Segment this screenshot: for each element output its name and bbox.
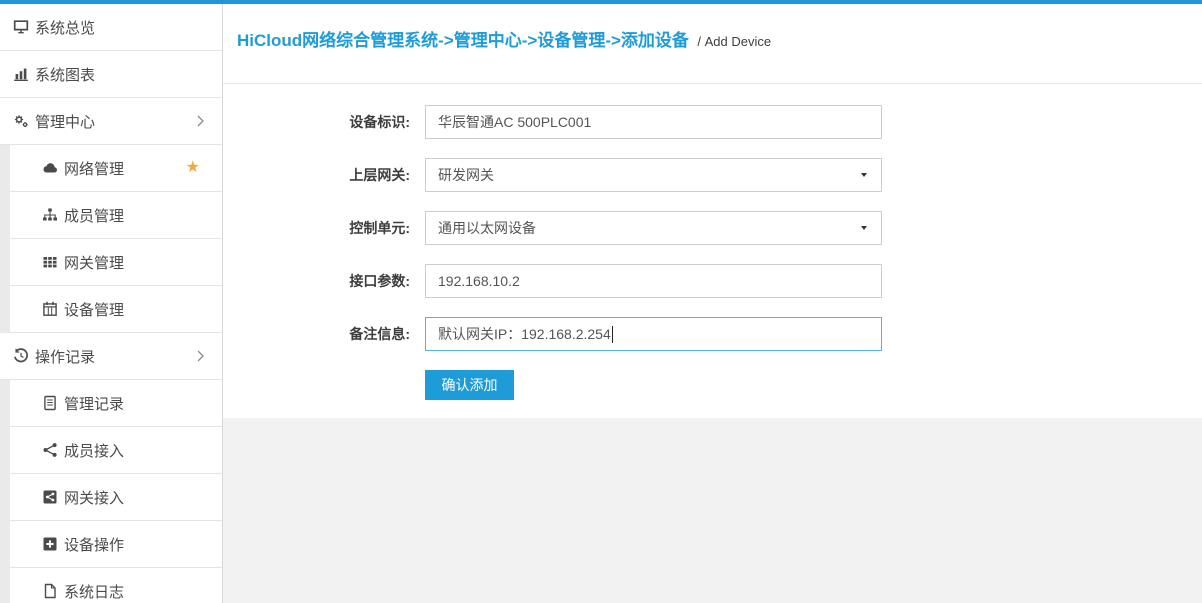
sidebar-item-operation-records[interactable]: 操作记录 — [0, 333, 222, 380]
form-row-device-id: 设备标识: — [223, 105, 1202, 139]
layout: 系统总览 系统图表 管理中心 — [0, 4, 1202, 603]
chevron-down-icon — [861, 226, 867, 230]
sidebar-item-label: 系统图表 — [35, 64, 95, 85]
form-row-remark: 备注信息: 默认网关IP：192.168.2.254 — [223, 317, 1202, 351]
cogs-icon — [13, 113, 29, 129]
sidebar-item-member-access[interactable]: 成员接入 — [0, 427, 222, 474]
breadcrumb: HiCloud网络综合管理系统->管理中心->设备管理->添加设备 — [237, 31, 689, 50]
remark-label: 备注信息: — [223, 324, 425, 344]
sidebar-item-gateway-access[interactable]: 网关接入 — [0, 474, 222, 521]
sidebar-item-label: 成员接入 — [64, 440, 124, 461]
cloud-icon — [42, 160, 58, 176]
sitemap-icon — [42, 207, 58, 223]
form-row-interface-params: 接口参数: — [223, 264, 1202, 298]
sidebar-item-system-overview[interactable]: 系统总览 — [0, 4, 222, 51]
sidebar-item-label: 操作记录 — [35, 346, 95, 367]
chevron-right-icon — [197, 115, 204, 127]
upper-gateway-select[interactable]: 研发网关 — [425, 158, 882, 192]
interface-params-input[interactable] — [425, 264, 882, 298]
add-device-form: 设备标识: 上层网关: 研发网关 控制单元: 通用以太网设备 — [223, 84, 1202, 418]
breadcrumb-subtitle: / Add Device — [697, 34, 771, 49]
sidebar-item-gateway-management[interactable]: 网关管理 — [0, 239, 222, 286]
sidebar-item-member-management[interactable]: 成员管理 — [0, 192, 222, 239]
sidebar-item-label: 系统日志 — [64, 581, 124, 602]
control-unit-label: 控制单元: — [223, 218, 425, 238]
history-icon — [13, 348, 29, 364]
text-cursor — [612, 326, 613, 343]
sidebar-item-management-center[interactable]: 管理中心 — [0, 98, 222, 145]
sidebar-item-label: 网关管理 — [64, 252, 124, 273]
control-unit-select[interactable]: 通用以太网设备 — [425, 211, 882, 245]
share-square-icon — [42, 489, 58, 505]
interface-params-label: 接口参数: — [223, 271, 425, 291]
device-id-input[interactable] — [425, 105, 882, 139]
sidebar-item-network-management[interactable]: 网络管理 ★ — [0, 145, 222, 192]
bar-chart-icon — [13, 66, 29, 82]
upper-gateway-label: 上层网关: — [223, 165, 425, 185]
page: 系统总览 系统图表 管理中心 — [0, 0, 1202, 603]
footer-area — [223, 418, 1202, 603]
sidebar-item-label: 网络管理 — [64, 158, 124, 179]
sidebar-item-label: 成员管理 — [64, 205, 124, 226]
sidebar-item-label: 管理中心 — [35, 111, 95, 132]
main-content: HiCloud网络综合管理系统->管理中心->设备管理->添加设备 / Add … — [223, 4, 1202, 603]
chevron-down-icon — [861, 173, 867, 177]
file-text-icon — [42, 395, 58, 411]
sidebar-item-label: 网关接入 — [64, 487, 124, 508]
sidebar-item-label: 设备管理 — [64, 299, 124, 320]
sidebar-item-label: 系统总览 — [35, 17, 95, 38]
sidebar-item-system-charts[interactable]: 系统图表 — [0, 51, 222, 98]
chevron-right-icon — [197, 350, 204, 362]
plus-square-icon — [42, 536, 58, 552]
sidebar-item-management-records[interactable]: 管理记录 — [0, 380, 222, 427]
file-icon — [42, 583, 58, 599]
device-id-label: 设备标识: — [223, 112, 425, 132]
confirm-add-button[interactable]: 确认添加 — [425, 370, 514, 400]
sidebar: 系统总览 系统图表 管理中心 — [0, 4, 223, 603]
form-row-control-unit: 控制单元: 通用以太网设备 — [223, 211, 1202, 245]
share-icon — [42, 442, 58, 458]
sidebar-item-system-logs[interactable]: 系统日志 — [0, 568, 222, 603]
sidebar-item-label: 管理记录 — [64, 393, 124, 414]
star-icon[interactable]: ★ — [186, 160, 200, 176]
remark-value: 默认网关IP：192.168.2.254 — [438, 318, 611, 350]
sidebar-item-device-management[interactable]: 设备管理 — [0, 286, 222, 333]
calendar-icon — [42, 301, 58, 317]
selected-option: 研发网关 — [438, 165, 494, 185]
sidebar-item-label: 设备操作 — [64, 534, 124, 555]
page-header: HiCloud网络综合管理系统->管理中心->设备管理->添加设备 / Add … — [223, 4, 1202, 84]
desktop-icon — [13, 19, 29, 35]
form-row-upper-gateway: 上层网关: 研发网关 — [223, 158, 1202, 192]
sidebar-item-device-operation[interactable]: 设备操作 — [0, 521, 222, 568]
selected-option: 通用以太网设备 — [438, 218, 536, 238]
grid-icon — [42, 254, 58, 270]
remark-input[interactable]: 默认网关IP：192.168.2.254 — [425, 317, 882, 351]
